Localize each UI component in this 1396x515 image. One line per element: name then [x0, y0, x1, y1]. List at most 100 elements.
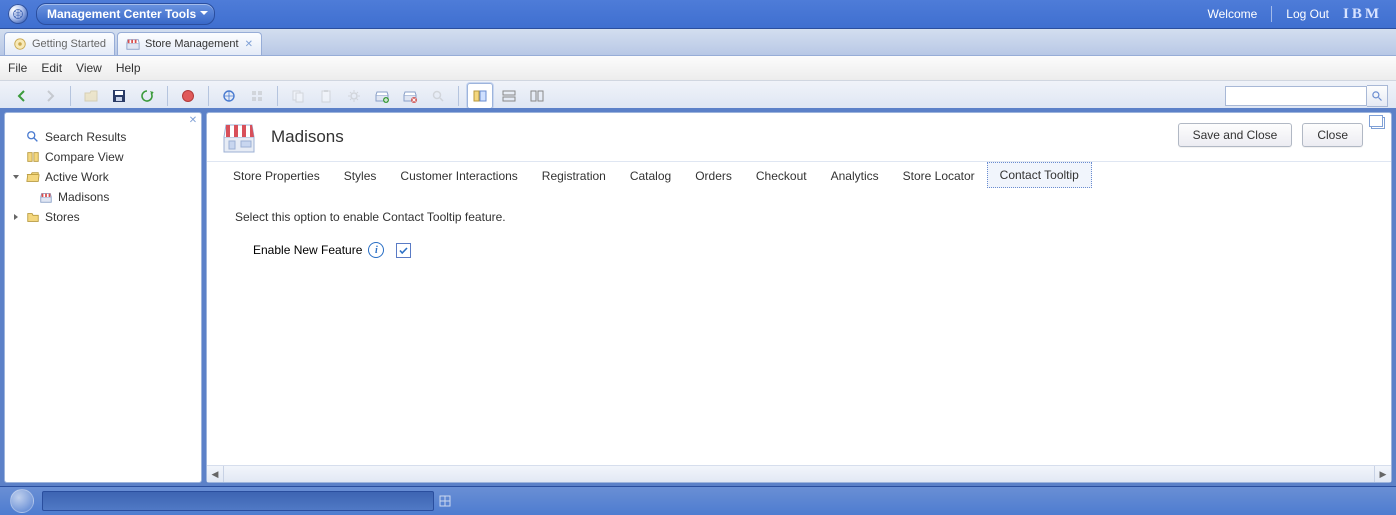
tab-label: Store Management	[145, 38, 239, 50]
tab-catalog[interactable]: Catalog	[618, 164, 683, 188]
tab-styles[interactable]: Styles	[332, 164, 389, 188]
management-center-tools-menu[interactable]: Management Center Tools	[36, 3, 215, 25]
settings-button[interactable]	[342, 84, 366, 108]
ibm-logo: IBM	[1343, 6, 1382, 23]
search-icon	[1371, 90, 1383, 102]
scroll-left-button[interactable]: ◀	[207, 466, 224, 482]
preview-button[interactable]	[217, 84, 241, 108]
compass-icon	[13, 37, 27, 51]
tree-label: Madisons	[58, 190, 109, 204]
tree-label: Compare View	[45, 150, 123, 164]
menu-help[interactable]: Help	[116, 61, 141, 75]
content-area: Select this option to enable Contact Too…	[207, 188, 1391, 465]
paste-button[interactable]	[314, 84, 338, 108]
find-button[interactable]	[426, 84, 450, 108]
logout-link[interactable]: Log Out	[1286, 7, 1329, 21]
status-handle-icon[interactable]	[438, 494, 452, 508]
tree-label: Active Work	[45, 170, 109, 184]
scroll-right-button[interactable]: ▶	[1374, 466, 1391, 482]
header-buttons: Save and Close Close	[1178, 123, 1363, 147]
save-button[interactable]	[107, 84, 131, 108]
tab-orders[interactable]: Orders	[683, 164, 744, 188]
store-action-a-button[interactable]	[370, 84, 394, 108]
search-box	[1225, 85, 1388, 107]
enable-feature-checkbox[interactable]	[396, 243, 411, 258]
tab-getting-started[interactable]: Getting Started	[4, 32, 115, 55]
store-action-b-button[interactable]	[398, 84, 422, 108]
separator	[167, 86, 168, 106]
menu-file[interactable]: File	[8, 61, 27, 75]
tab-store-locator[interactable]: Store Locator	[891, 164, 987, 188]
layout-horizontal-button[interactable]	[497, 84, 521, 108]
expand-closed-icon[interactable]	[11, 212, 21, 222]
top-right-links: Welcome Log Out IBM	[1208, 6, 1396, 23]
top-bar: Management Center Tools Welcome Log Out …	[0, 0, 1396, 29]
layout-combo-button[interactable]	[467, 83, 493, 109]
layout-vertical-button[interactable]	[525, 84, 549, 108]
feature-label: Enable New Feature	[253, 243, 362, 257]
workspace: ✕ Search Results Compare View Active Wor…	[0, 108, 1396, 487]
tab-label: Getting Started	[32, 38, 106, 50]
compare-icon	[26, 150, 40, 164]
tab-customer-interactions[interactable]: Customer Interactions	[388, 164, 529, 188]
brand-globe-icon	[8, 4, 28, 24]
back-button[interactable]	[10, 84, 34, 108]
tree-active-work[interactable]: Active Work	[11, 167, 195, 187]
info-icon[interactable]: i	[368, 242, 384, 258]
store-icon	[39, 190, 53, 204]
close-icon[interactable]: ✕	[245, 39, 253, 50]
status-indicator-icon[interactable]	[10, 489, 34, 513]
search-icon	[26, 130, 40, 144]
management-center-tools-label: Management Center Tools	[47, 7, 196, 21]
tab-analytics[interactable]: Analytics	[819, 164, 891, 188]
grid-a-button[interactable]	[245, 84, 269, 108]
search-input[interactable]	[1225, 86, 1367, 106]
separator	[458, 86, 459, 106]
refresh-button[interactable]	[135, 84, 159, 108]
open-button[interactable]	[79, 84, 103, 108]
search-button[interactable]	[1367, 85, 1388, 107]
tab-store-management[interactable]: Store Management ✕	[117, 32, 262, 55]
horizontal-scrollbar[interactable]: ◀ ▶	[207, 465, 1391, 482]
copy-button[interactable]	[286, 84, 310, 108]
tree-compare-view[interactable]: Compare View	[11, 147, 195, 167]
folder-icon	[26, 210, 40, 224]
tree-madisons[interactable]: Madisons	[11, 187, 195, 207]
close-button[interactable]: Close	[1302, 123, 1363, 147]
status-bar	[0, 486, 1396, 515]
expand-open-icon[interactable]	[11, 172, 21, 182]
divider	[1271, 6, 1272, 22]
spacer	[11, 132, 21, 142]
separator	[70, 86, 71, 106]
restore-window-icon[interactable]	[1371, 117, 1385, 129]
navigator-panel: ✕ Search Results Compare View Active Wor…	[4, 112, 202, 483]
store-tab-icon	[126, 37, 140, 51]
close-panel-icon[interactable]: ✕	[187, 115, 199, 127]
menu-edit[interactable]: Edit	[41, 61, 62, 75]
menu-view[interactable]: View	[76, 61, 102, 75]
editor-header: Madisons Save and Close Close	[207, 113, 1391, 162]
tab-contact-tooltip[interactable]: Contact Tooltip	[987, 162, 1092, 188]
tab-registration[interactable]: Registration	[530, 164, 618, 188]
save-and-close-button[interactable]: Save and Close	[1178, 123, 1293, 147]
tree-stores[interactable]: Stores	[11, 207, 195, 227]
editor-panel: Madisons Save and Close Close Store Prop…	[206, 112, 1392, 483]
tree-label: Search Results	[45, 130, 126, 144]
chevron-down-icon	[200, 11, 208, 19]
property-tabs: Store Properties Styles Customer Interac…	[207, 162, 1391, 188]
store-large-icon	[221, 119, 257, 155]
tree-search-results[interactable]: Search Results	[11, 127, 195, 147]
feature-row: Enable New Feature i	[235, 242, 1363, 258]
status-field	[42, 491, 434, 511]
tab-checkout[interactable]: Checkout	[744, 164, 819, 188]
scroll-track[interactable]	[224, 466, 1374, 482]
content-description: Select this option to enable Contact Too…	[235, 210, 1363, 224]
forward-button[interactable]	[38, 84, 62, 108]
tab-store-properties[interactable]: Store Properties	[221, 164, 332, 188]
tree-label: Stores	[45, 210, 80, 224]
stop-button[interactable]	[176, 84, 200, 108]
check-icon	[398, 245, 409, 256]
welcome-link[interactable]: Welcome	[1208, 7, 1258, 21]
separator	[277, 86, 278, 106]
navigator-tree: Search Results Compare View Active Work …	[5, 113, 201, 233]
